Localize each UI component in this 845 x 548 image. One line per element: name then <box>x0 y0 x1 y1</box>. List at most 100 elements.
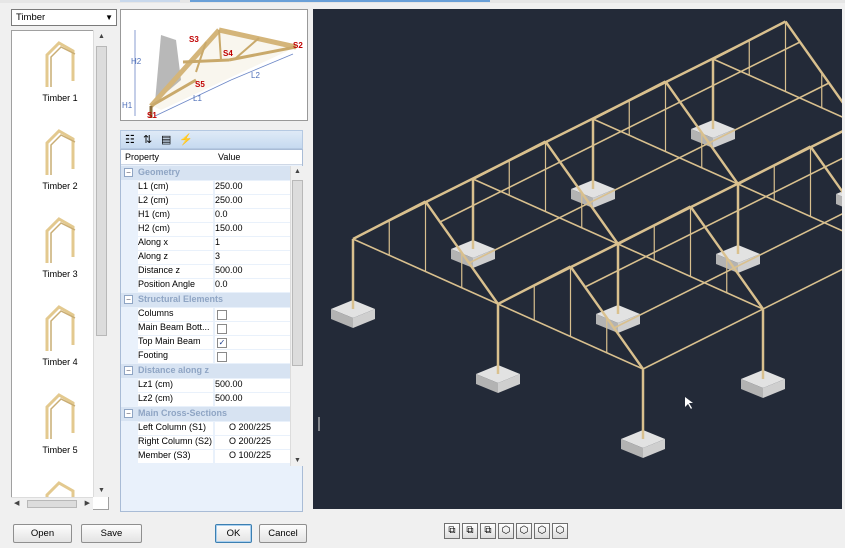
property-name: Along z <box>138 251 213 264</box>
property-name: L1 (cm) <box>138 181 213 194</box>
property-grid-scrollbar[interactable]: ▲ ▼ <box>290 166 304 466</box>
scrollbar-thumb[interactable] <box>96 46 107 336</box>
thumbnail-hscrollbar[interactable]: ◀ ▶ <box>11 497 93 510</box>
property-row[interactable]: Top Main Beam ✓ <box>121 335 291 349</box>
property-value[interactable]: 0.0 <box>215 279 291 292</box>
property-value[interactable]: 150.00 <box>215 223 291 236</box>
scroll-down-icon[interactable]: ▼ <box>294 457 301 464</box>
property-row[interactable]: Right Column (S2) O 200/225 <box>121 435 291 449</box>
property-name: Main Beam Bott... <box>138 322 213 335</box>
property-row[interactable]: Position Angle 0.0 <box>121 278 291 292</box>
property-row[interactable]: Distance z 500.00 <box>121 264 291 278</box>
property-value[interactable]: 250.00 <box>215 195 291 208</box>
property-row[interactable]: H1 (cm) 0.0 <box>121 208 291 222</box>
scroll-up-icon[interactable]: ▲ <box>294 168 301 175</box>
property-row[interactable]: Lz2 (cm) 500.00 <box>121 392 291 406</box>
columns-checkbox[interactable] <box>217 310 227 320</box>
portal-frame-icon <box>45 41 76 87</box>
collapse-icon[interactable]: − <box>124 295 133 304</box>
open-button[interactable]: Open <box>13 524 72 543</box>
sort-alpha-icon[interactable]: ⇅ <box>143 133 152 146</box>
s4-label: S4 <box>223 49 233 58</box>
view-iso-5-icon[interactable]: ⬡ <box>516 523 532 539</box>
property-row[interactable]: Columns <box>121 307 291 321</box>
top-main-beam-checkbox[interactable]: ✓ <box>217 338 227 348</box>
property-name: Top Main Beam <box>138 336 213 349</box>
category-distance-along-z[interactable]: − Distance along z <box>121 364 291 378</box>
property-name: Right Column (S2) <box>138 436 213 449</box>
property-value[interactable]: 250.00 <box>215 181 291 194</box>
portal-frame-icon <box>45 393 76 439</box>
property-name: L2 (cm) <box>138 195 213 208</box>
property-value[interactable]: 500.00 <box>215 379 291 392</box>
main-beam-bottom-checkbox[interactable] <box>217 324 227 334</box>
property-row[interactable]: H2 (cm) 150.00 <box>121 222 291 236</box>
bottom-chord <box>712 58 842 118</box>
property-value[interactable]: 500.00 <box>215 393 291 406</box>
ok-button[interactable]: OK <box>215 524 252 543</box>
property-value[interactable]: 3 <box>215 251 291 264</box>
scrollbar-thumb[interactable] <box>292 180 303 366</box>
scroll-up-icon[interactable]: ▲ <box>98 33 105 40</box>
category-label: Geometry <box>138 167 181 177</box>
property-pages-icon[interactable]: ▤ <box>161 133 171 146</box>
footing-checkbox[interactable] <box>217 352 227 362</box>
view-iso-1-icon[interactable]: ⧉ <box>444 523 460 539</box>
property-name: Member (S3) <box>138 450 213 463</box>
scroll-left-icon[interactable]: ◀ <box>14 499 19 507</box>
property-row[interactable]: L2 (cm) 250.00 <box>121 194 291 208</box>
3d-viewport[interactable] <box>313 9 842 509</box>
l2-label: L2 <box>251 71 260 80</box>
property-name: Columns <box>138 308 213 321</box>
category-label: Structural Elements <box>138 294 224 304</box>
save-button[interactable]: Save <box>81 524 142 543</box>
property-row[interactable]: Footing <box>121 349 291 363</box>
truss-schematic: H2 H1 L1 L2 S1 S2 S3 S4 S5 <box>122 27 303 120</box>
property-row[interactable]: Member (S3) O 100/225 <box>121 449 291 463</box>
category-label: Distance along z <box>138 365 210 375</box>
view-iso-3-icon[interactable]: ⧉ <box>480 523 496 539</box>
property-value-cell <box>215 322 291 335</box>
category-geometry[interactable]: − Geometry <box>121 166 291 180</box>
property-value[interactable]: O 200/225 <box>215 436 291 449</box>
view-iso-7-icon[interactable]: ⬡ <box>552 523 568 539</box>
collapse-icon[interactable]: − <box>124 366 133 375</box>
view-iso-4-icon[interactable]: ⬡ <box>498 523 514 539</box>
property-name: Along x <box>138 237 213 250</box>
collapse-icon[interactable]: − <box>124 409 133 418</box>
portal-frame-icon <box>45 217 76 263</box>
property-name: Left Column (S1) <box>138 422 213 435</box>
property-row[interactable]: Along z3 <box>121 250 291 264</box>
category-main-cross-sections[interactable]: − Main Cross-Sections <box>121 407 291 421</box>
cancel-button[interactable]: Cancel <box>259 524 307 543</box>
category-structural-elements[interactable]: − Structural Elements <box>121 293 291 307</box>
property-value[interactable]: 500.00 <box>215 265 291 278</box>
scroll-right-icon[interactable]: ▶ <box>85 499 90 507</box>
scroll-down-icon[interactable]: ▼ <box>98 487 105 494</box>
category-label: Main Cross-Sections <box>138 408 228 418</box>
property-row[interactable]: L1 (cm) 250.00 <box>121 180 291 194</box>
categorized-icon[interactable]: ☷ <box>125 133 135 146</box>
property-row[interactable]: Lz1 (cm) 500.00 <box>121 378 291 392</box>
property-row[interactable]: Main Beam Bott... <box>121 321 291 335</box>
property-name: Position Angle <box>138 279 213 292</box>
collapse-icon[interactable]: − <box>124 168 133 177</box>
property-grid[interactable]: Property Value − Geometry L1 (cm) 250.00 … <box>120 149 303 512</box>
property-value[interactable]: 1 <box>215 237 291 250</box>
property-value-cell <box>215 350 291 363</box>
property-value[interactable]: O 200/225 <box>215 422 291 435</box>
property-row[interactable]: Along x1 <box>121 236 291 250</box>
chevron-down-icon[interactable]: ▼ <box>105 13 113 22</box>
template-select[interactable]: Timber ▼ <box>11 9 117 26</box>
property-value[interactable]: 0.0 <box>215 209 291 222</box>
thumbnail-scrollbar[interactable]: ▲ ▼ <box>93 30 109 497</box>
scrollbar-thumb[interactable] <box>27 500 77 508</box>
property-value[interactable]: O 100/225 <box>215 450 291 463</box>
property-row[interactable]: Left Column (S1) O 200/225 <box>121 421 291 435</box>
property-grid-header: Property Value <box>121 150 302 165</box>
events-icon[interactable]: ⚡ <box>179 133 193 146</box>
property-column-header: Property <box>125 152 160 162</box>
view-iso-2-icon[interactable]: ⧉ <box>462 523 478 539</box>
h1-label: H1 <box>122 101 133 110</box>
view-iso-6-icon[interactable]: ⬡ <box>534 523 550 539</box>
